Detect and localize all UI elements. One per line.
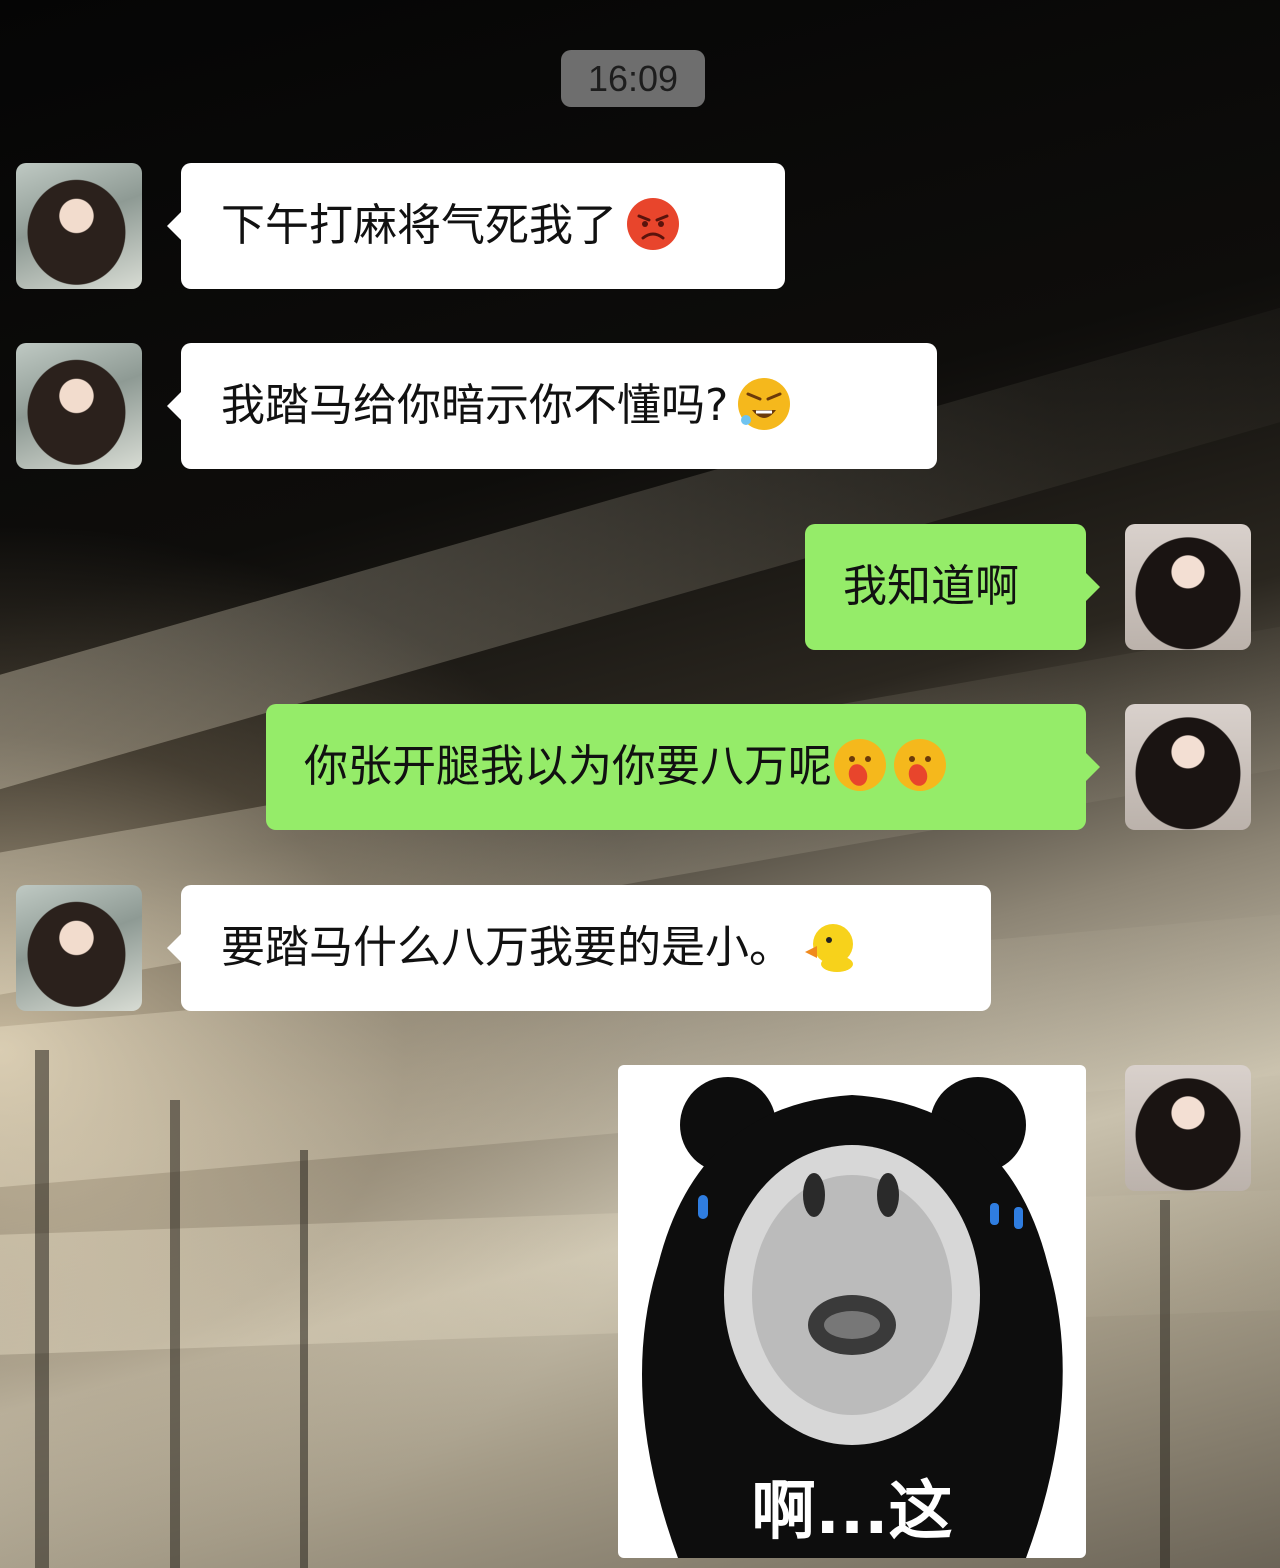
my-avatar[interactable] <box>1125 1065 1251 1191</box>
face-with-hand-over-mouth-icon <box>894 739 946 791</box>
incoming-message-bubble[interactable]: 我踏马给你暗示你不懂吗? <box>167 343 937 469</box>
my-avatar[interactable] <box>1125 704 1251 830</box>
message-text: 我踏马给你暗示你不懂吗? <box>221 380 729 431</box>
outgoing-message-bubble[interactable]: 我知道啊 <box>805 524 1100 650</box>
sticker-message[interactable]: 啊...这 <box>618 1065 1086 1558</box>
timestamp-pill: 16:09 <box>561 50 705 107</box>
tree-trunk <box>170 1100 180 1568</box>
incoming-message-bubble[interactable]: 下午打麻将气死我了 <box>167 163 785 289</box>
message-text: 下午打麻将气死我了 <box>221 200 617 251</box>
outgoing-message-bubble[interactable]: 你张开腿我以为你要八万呢 <box>266 704 1100 830</box>
tree-trunk <box>35 1050 49 1568</box>
message-text: 我知道啊 <box>843 561 1019 612</box>
contact-avatar[interactable] <box>16 163 142 289</box>
incoming-message-bubble[interactable]: 要踏马什么八万我要的是小。 <box>167 885 991 1011</box>
message-text: 要踏马什么八万我要的是小。 <box>221 922 793 973</box>
tree-trunk <box>300 1150 308 1568</box>
sticker-caption: 啊...这 <box>751 1475 953 1549</box>
face-with-hand-over-mouth-icon <box>834 739 886 791</box>
duck-icon <box>805 924 853 972</box>
message-text: 你张开腿我以为你要八万呢 <box>304 741 832 792</box>
angry-face-icon <box>627 198 679 250</box>
cursing-face-icon <box>738 378 791 430</box>
contact-avatar[interactable] <box>16 885 142 1011</box>
tree-trunk <box>1160 1200 1170 1568</box>
my-avatar[interactable] <box>1125 524 1251 650</box>
contact-avatar[interactable] <box>16 343 142 469</box>
